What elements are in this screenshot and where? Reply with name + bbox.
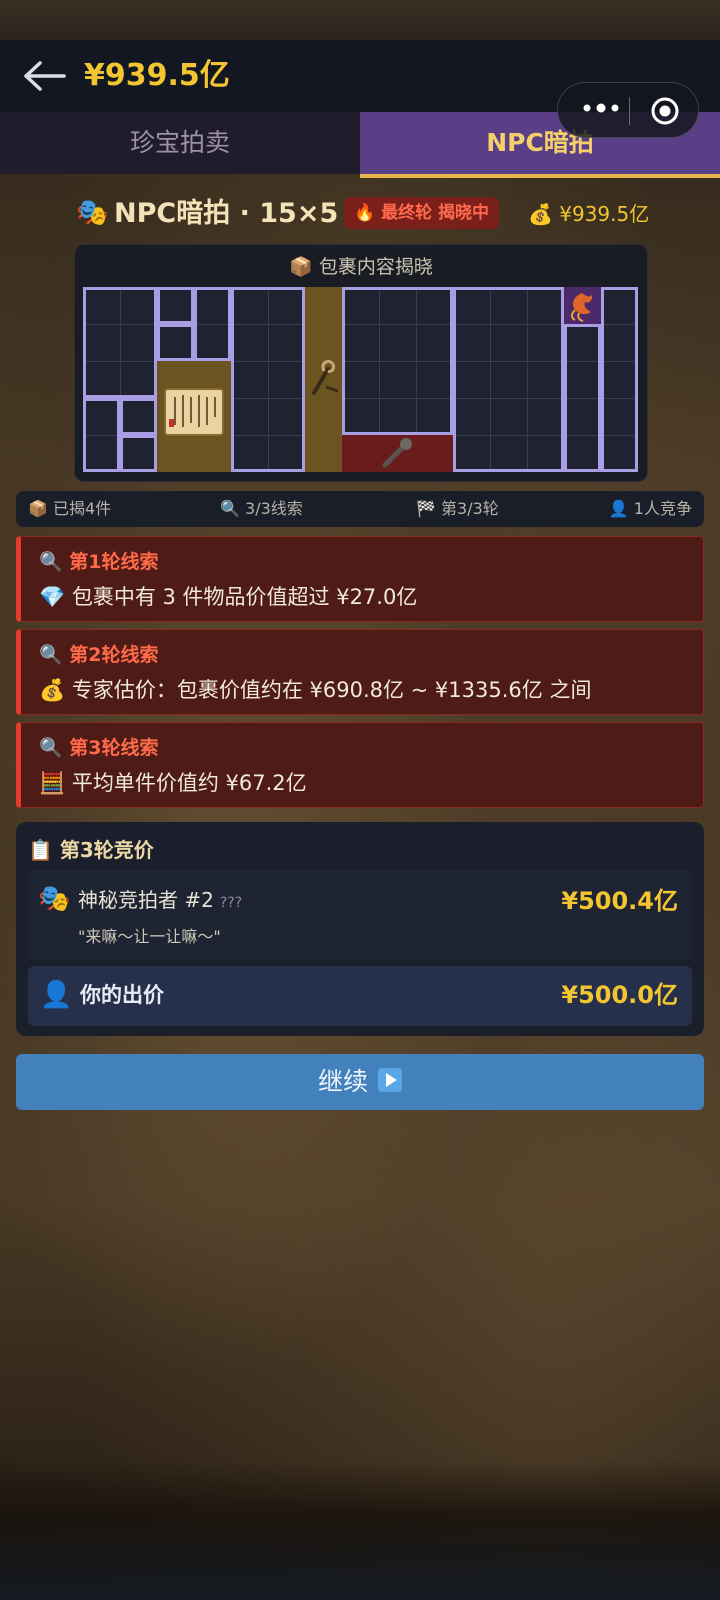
npc-bid-row: 🎭 神秘竞拍者 #2??? "来嘛～让一让嘛～" ¥500.4亿 [28, 870, 692, 960]
clue-title: 🔍 第3轮线索 [39, 737, 159, 759]
game-title: NPC暗拍 · 15×5 [114, 198, 339, 229]
your-bid-amount: ¥500.0亿 [561, 981, 678, 1009]
tab-treasure-auction[interactable]: 珍宝拍卖 [0, 112, 360, 174]
title-money: 💰 ¥939.5亿 [528, 202, 650, 226]
stat-clues: 🔍 3/3线索 [220, 499, 303, 518]
staff-item-icon [312, 359, 339, 395]
final-round-badge: 🔥 最终轮 揭晓中 [344, 197, 500, 229]
grid-block [231, 287, 305, 472]
grid-block [120, 398, 157, 435]
stats-bar: 📦 已揭4件 🔍 3/3线索 🏁 第3/3轮 👤 1人竞争 [16, 491, 704, 527]
stat-revealed: 📦 已揭4件 [28, 499, 112, 518]
npc-mask-icon: 🎭 [38, 884, 71, 914]
clue-title: 🔍 第2轮线索 [39, 644, 159, 666]
phoenix-item-icon [571, 293, 593, 322]
clue-title: 🔍 第1轮线索 [39, 551, 159, 573]
clue-text: 💎 包裹中有 3 件物品价值超过 ¥27.0亿 [39, 585, 418, 609]
npc-bid-amount: ¥500.4亿 [561, 887, 678, 915]
grid-block [157, 287, 194, 324]
npc-name: 神秘竞拍者 #2??? [78, 886, 242, 917]
continue-label: 继续 [317, 1067, 368, 1096]
continue-button[interactable]: 继续 [16, 1054, 704, 1110]
grid-block [342, 287, 453, 435]
clue-card-1: 🔍 第1轮线索 💎 包裹中有 3 件物品价值超过 ¥27.0亿 [16, 536, 704, 622]
grid-block [564, 324, 601, 472]
mask-icon: 🎭 [76, 198, 109, 228]
clue-card-2: 🔍 第2轮线索 💰 专家估价：包裹价值约在 ¥690.8亿 ~ ¥1335.6亿… [16, 629, 704, 715]
header-money: ¥939.5亿 [84, 58, 230, 93]
bottom-band [0, 1460, 720, 1600]
capsule-divider [629, 97, 630, 125]
package-panel: 📦 包裹内容揭晓 [74, 244, 648, 482]
clue-text: 💰 专家估价：包裹价值约在 ¥690.8亿 ~ ¥1335.6亿 之间 [39, 678, 592, 702]
clue-card-3: 🔍 第3轮线索 🧮 平均单件价值约 ¥67.2亿 [16, 722, 704, 808]
top-strip [0, 0, 720, 40]
mini-program-capsule [557, 82, 699, 138]
stat-bidders: 👤 1人竞争 [608, 499, 692, 518]
more-dots-icon[interactable] [576, 93, 626, 127]
grid-block [453, 287, 564, 472]
play-icon [378, 1068, 402, 1092]
grid-block [83, 398, 120, 472]
bidding-panel: 📋 第3轮竞价 🎭 神秘竞拍者 #2??? "来嘛～让一让嘛～" ¥500.4亿… [16, 822, 704, 1036]
grid-block [194, 287, 231, 361]
grid-block [157, 324, 194, 361]
bidding-title: 📋 第3轮竞价 [28, 838, 154, 862]
grid-block [601, 287, 638, 472]
user-icon: 👤 [40, 980, 73, 1010]
target-circle-icon[interactable] [650, 96, 680, 126]
package-grid [83, 287, 638, 472]
pipe-item-icon [382, 438, 412, 468]
active-tab-indicator [360, 174, 720, 178]
game-title-row: 🎭 NPC暗拍 · 15×5 🔥 最终轮 揭晓中 💰 ¥939.5亿 [0, 194, 720, 234]
npc-unknown-tag: ??? [219, 895, 243, 911]
package-title: 📦 包裹内容揭晓 [289, 256, 433, 278]
stat-round: 🏁 第3/3轮 [416, 499, 499, 518]
your-bid-row: 👤 你的出价 ¥500.0亿 [28, 966, 692, 1026]
npc-name-text: 神秘竞拍者 #2 [78, 888, 214, 912]
grid-block [83, 287, 157, 398]
scroll-item-icon [164, 388, 224, 436]
back-arrow-icon[interactable] [22, 56, 68, 96]
grid-block [120, 435, 157, 472]
your-bid-label: 你的出价 [80, 983, 164, 1007]
clue-text: 🧮 平均单件价值约 ¥67.2亿 [39, 771, 307, 795]
npc-quote: "来嘛～让一让嘛～" [78, 927, 221, 946]
